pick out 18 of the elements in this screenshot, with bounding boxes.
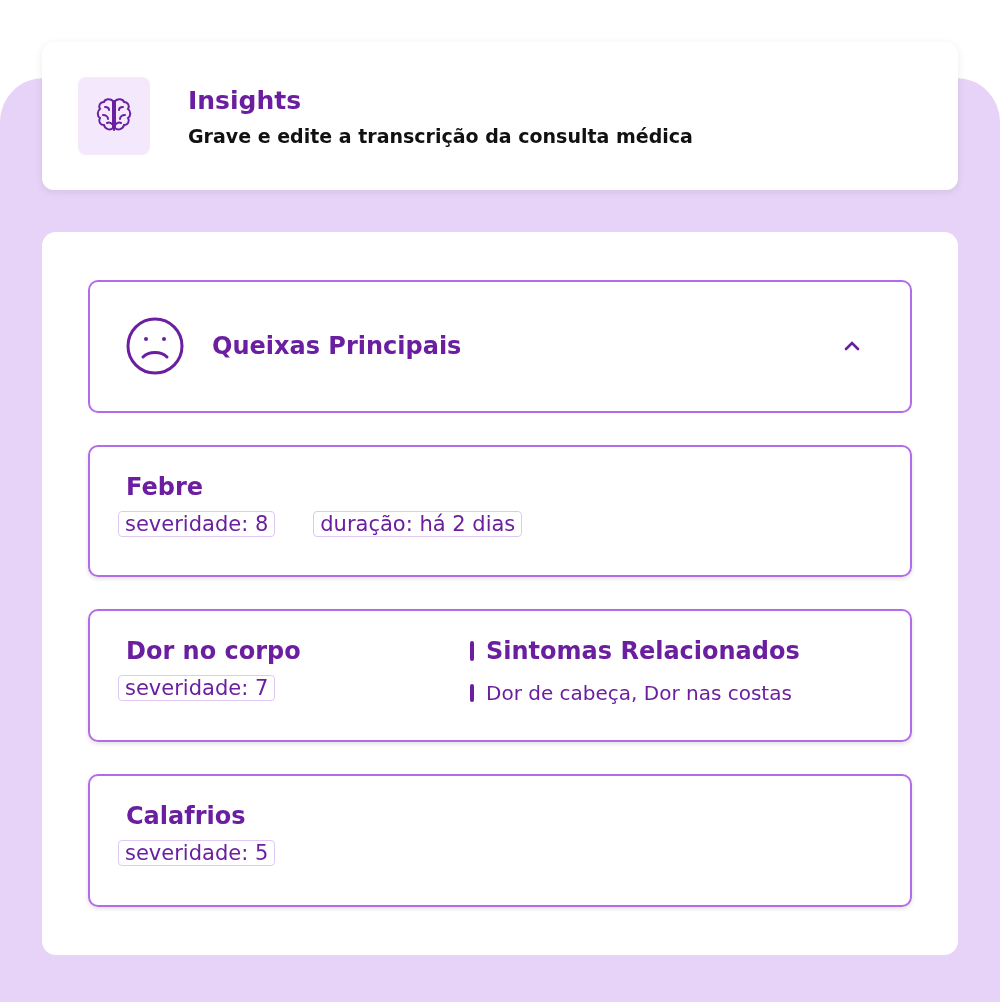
brain-icon [78,77,150,155]
tag: duração: há 2 dias [313,510,523,537]
page-subtitle: Grave e edite a transcrição da consulta médica [188,124,693,147]
accordion-header[interactable]: Queixas Principais [88,280,912,413]
accent-bar [470,684,474,703]
tag: severidade: 7 [118,675,276,702]
section-title: Queixas Principais [212,332,463,361]
accent-bar [470,641,474,662]
page-title: Insights [188,85,303,115]
complaint-name: Calafrios [125,802,247,831]
complaint-name: Febre [125,472,204,501]
complaint-name: Dor no corpo [125,637,302,666]
sad-face-icon [126,317,184,376]
related-title: Sintomas Relacionados [486,637,800,666]
tag: severidade: 5 [118,840,276,867]
tag: severidade: 8 [118,510,276,537]
caret-icon [844,341,860,352]
related-symptoms: Dor de cabeça, Dor nas costas [486,681,792,706]
